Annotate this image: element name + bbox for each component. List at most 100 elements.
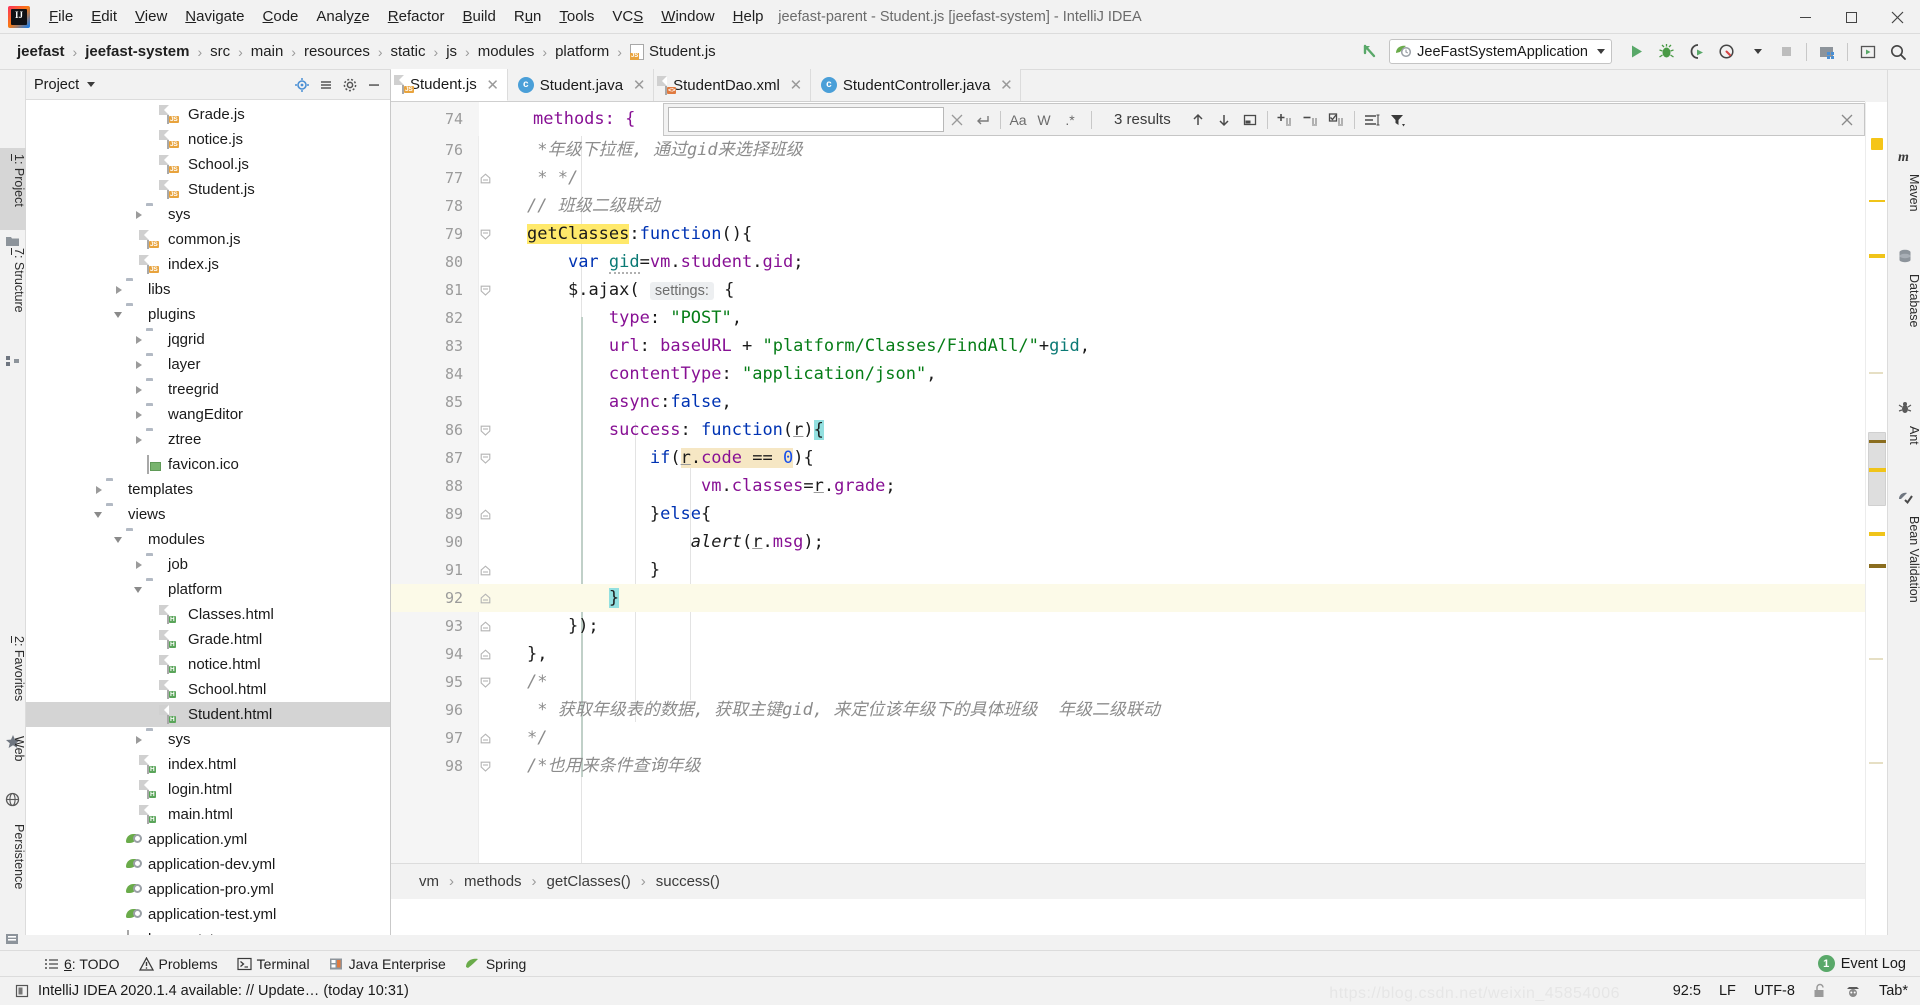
tree-node[interactable]: views [26, 502, 390, 527]
code-line[interactable]: 81 $.ajax( settings: { [391, 276, 1865, 304]
fold-marker-icon[interactable] [480, 732, 494, 744]
inspector-hector-icon[interactable] [1845, 983, 1861, 999]
line-separator[interactable]: LF [1719, 983, 1736, 999]
editor-tab-StudentDao-xml[interactable]: <> StudentDao.xml ✕ [654, 69, 811, 101]
tree-node[interactable]: favicon.ico [26, 452, 390, 477]
breadcrumb-item-js[interactable]: js [443, 41, 460, 62]
toggle-multiline-icon[interactable] [1359, 107, 1385, 133]
tree-node[interactable]: sys [26, 727, 390, 752]
chevron-down-icon[interactable] [87, 82, 96, 87]
breadcrumb-item-resources[interactable]: resources [301, 41, 373, 62]
tree-node[interactable]: H Classes.html [26, 602, 390, 627]
search-input[interactable] [673, 111, 939, 128]
select-all-icon[interactable] [1324, 107, 1350, 133]
hide-icon[interactable] [362, 73, 386, 97]
minimize-button[interactable] [1782, 0, 1828, 34]
tree-node[interactable]: H School.html [26, 677, 390, 702]
bottom-tool-java-enterprise[interactable]: Java Enterprise [323, 954, 459, 974]
expand-arrow-icon[interactable] [132, 333, 146, 347]
search-input-wrapper[interactable] [668, 107, 944, 132]
project-structure-icon[interactable] [1813, 39, 1841, 65]
close-tab-icon[interactable]: ✕ [632, 76, 646, 94]
fold-marker-icon[interactable] [480, 761, 494, 772]
tree-node[interactable]: JS Student.js [26, 177, 390, 202]
tree-node[interactable]: banner.txt [26, 927, 390, 935]
editor-tab-StudentController-java[interactable]: c StudentController.java ✕ [810, 69, 1022, 101]
add-selection-icon[interactable] [1272, 107, 1298, 133]
debug-icon[interactable] [1652, 39, 1680, 65]
bottom-tool-terminal[interactable]: Terminal [231, 954, 323, 974]
close-button[interactable] [1874, 0, 1920, 34]
fold-marker-icon[interactable] [480, 425, 494, 436]
tool-window-tab-web[interactable]: Web [0, 730, 26, 788]
menu-window[interactable]: Window [652, 5, 723, 28]
menu-build[interactable]: Build [453, 5, 504, 28]
code-editor[interactable]: 74 methods: { Aa W .* 3 results 76 *年级下拉… [391, 102, 1865, 899]
tree-node[interactable]: Hindex.html [26, 752, 390, 777]
prev-occurrence-icon[interactable] [1185, 107, 1211, 133]
fold-marker-icon[interactable] [480, 285, 494, 296]
newline-icon[interactable] [970, 107, 996, 133]
collapse-arrow-icon[interactable] [112, 308, 126, 322]
expand-arrow-icon[interactable] [132, 408, 146, 422]
notification-icon[interactable] [14, 983, 30, 999]
tree-node[interactable]: modules [26, 527, 390, 552]
menu-view[interactable]: View [126, 5, 176, 28]
code-line[interactable]: 91 } [391, 556, 1865, 584]
expand-arrow-icon[interactable] [132, 558, 146, 572]
tree-node[interactable]: JS index.js [26, 252, 390, 277]
remove-selection-icon[interactable] [1298, 107, 1324, 133]
tree-node[interactable]: application-test.yml [26, 902, 390, 927]
back-arrow-icon[interactable] [1355, 39, 1383, 65]
close-tab-icon[interactable]: ✕ [789, 76, 803, 94]
menu-navigate[interactable]: Navigate [176, 5, 253, 28]
fold-marker-icon[interactable] [480, 229, 494, 240]
profile-icon[interactable] [1712, 39, 1740, 65]
breadcrumb-item-src[interactable]: src [207, 41, 233, 62]
code-line[interactable]: 96 * 获取年级表的数据, 获取主键gid, 来定位该年级下的具体班级 年级二… [391, 696, 1865, 724]
caret-position[interactable]: 92:5 [1673, 983, 1701, 999]
code-line[interactable]: 80 var gid=vm.student.gid; [391, 248, 1865, 276]
match-case-icon[interactable]: Aa [1005, 107, 1031, 133]
expand-arrow-icon[interactable] [132, 208, 146, 222]
code-line[interactable]: 97 */ [391, 724, 1865, 752]
tree-node[interactable]: application-dev.yml [26, 852, 390, 877]
code-line[interactable]: 85 async:false, [391, 388, 1865, 416]
breadcrumb-item-modules[interactable]: modules [475, 41, 538, 62]
tree-node[interactable]: JS Grade.js [26, 102, 390, 127]
bottom-tool-problems[interactable]: Problems [133, 954, 231, 974]
code-line[interactable]: 78 // 班级二级联动 [391, 192, 1865, 220]
expand-arrow-icon[interactable] [132, 383, 146, 397]
bottom-tool-6-todo[interactable]: 6: TODO [38, 954, 133, 974]
fold-marker-icon[interactable] [480, 677, 494, 688]
menu-code[interactable]: Code [254, 5, 308, 28]
chevron-down-icon[interactable] [1597, 49, 1605, 54]
file-encoding[interactable]: UTF-8 [1754, 983, 1795, 999]
tree-node[interactable]: JS notice.js [26, 127, 390, 152]
code-line[interactable]: 86 success: function(r){ [391, 416, 1865, 444]
editor-breadcrumb-item[interactable]: getClasses() [543, 871, 635, 892]
close-tab-icon[interactable]: ✕ [486, 76, 500, 94]
code-line[interactable]: 82 type: "POST", [391, 304, 1865, 332]
collapse-arrow-icon[interactable] [92, 508, 106, 522]
tool-window-tab-2-favorites[interactable]: 2: Favorites [0, 630, 26, 730]
breadcrumb-item-jeefast-system[interactable]: jeefast-system [82, 41, 192, 62]
tree-node[interactable]: JS School.js [26, 152, 390, 177]
code-line[interactable]: 88 vm.classes=r.grade; [391, 472, 1865, 500]
expand-arrow-icon[interactable] [132, 733, 146, 747]
tree-node[interactable]: plugins [26, 302, 390, 327]
menu-analyze[interactable]: Analyze [307, 5, 378, 28]
expand-arrow-icon[interactable] [132, 433, 146, 447]
unlocked-padlock-icon[interactable] [1813, 983, 1827, 999]
menu-run[interactable]: Run [505, 5, 551, 28]
expand-arrow-icon[interactable] [92, 483, 106, 497]
menu-tools[interactable]: Tools [550, 5, 603, 28]
code-line[interactable]: 90 alert(r.msg); [391, 528, 1865, 556]
menu-refactor[interactable]: Refactor [379, 5, 454, 28]
code-line[interactable]: 87 if(r.code == 0){ [391, 444, 1865, 472]
project-file-tree[interactable]: JS Grade.js JS notice.js JS School.js JS Studen… [26, 100, 390, 935]
expand-arrow-icon[interactable] [132, 358, 146, 372]
fold-marker-icon[interactable] [480, 508, 494, 520]
breadcrumb-item-jeefast[interactable]: jeefast [14, 41, 68, 62]
tool-window-tab-database[interactable]: Database [1888, 268, 1920, 368]
